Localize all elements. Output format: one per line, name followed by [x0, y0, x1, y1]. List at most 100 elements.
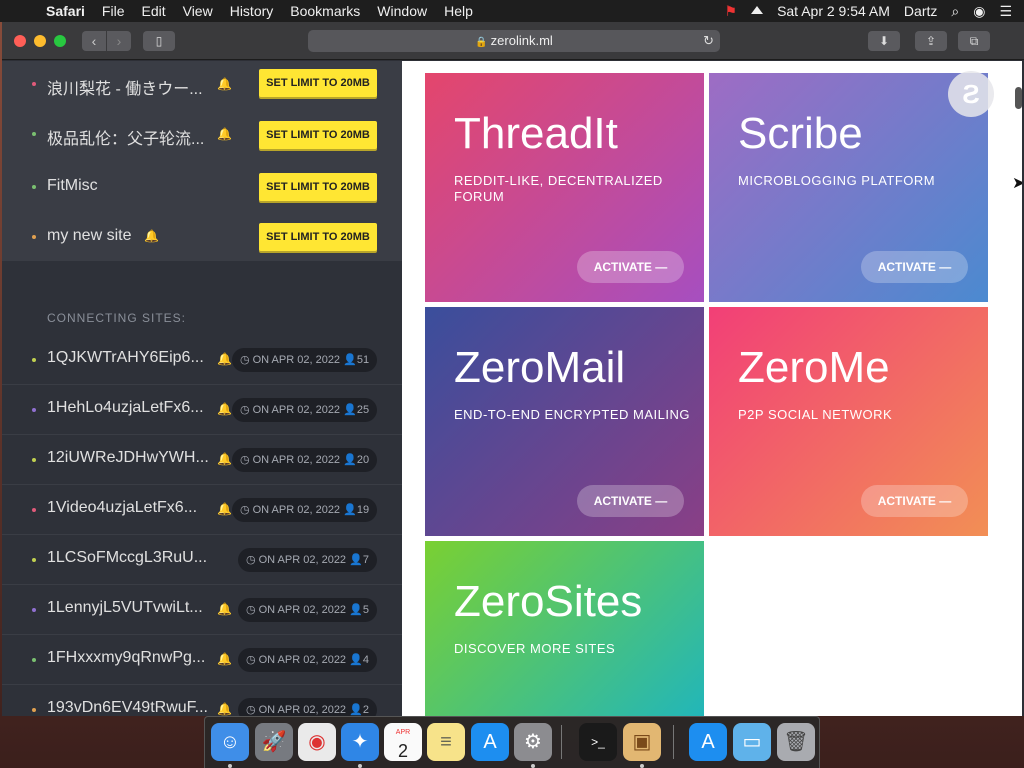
bell-icon[interactable]: 🔔	[217, 402, 232, 416]
app-card-zerome[interactable]: ZeroMe P2P SOCIAL NETWORK ACTIVATE —	[709, 307, 988, 536]
list-item[interactable]: 浪川梨花 - 働きウー... 🔔 SET LIMIT TO 20MB	[2, 61, 402, 111]
bell-icon[interactable]: 🔔	[217, 502, 232, 516]
site-address[interactable]: 1QJKWTrAHY6Eip6...	[47, 349, 204, 367]
bell-icon[interactable]: 🔔	[217, 77, 232, 91]
menu-file[interactable]: File	[102, 3, 125, 19]
site-address[interactable]: 1LennyjL5VUTvwiLt...	[47, 599, 203, 617]
app-card-threadit[interactable]: ThreadIt REDDIT-LIKE, DECENTRALIZED FORU…	[425, 73, 704, 302]
menubar-user[interactable]: Dartz	[904, 3, 937, 19]
bell-icon[interactable]: 🔔	[217, 702, 232, 716]
siri-icon[interactable]: ◉	[973, 3, 985, 20]
site-name[interactable]: 浪川梨花 - 働きウー...	[47, 75, 203, 99]
fullscreen-window-button[interactable]	[54, 35, 66, 47]
notification-center-icon[interactable]: ☰	[999, 3, 1012, 20]
bell-icon[interactable]: 🔔	[217, 602, 232, 616]
activate-button[interactable]: ACTIVATE —	[861, 485, 968, 517]
peers-icon: 👤	[343, 354, 357, 366]
reload-icon[interactable]: ↻	[703, 30, 714, 52]
table-row[interactable]: 12iUWReJDHwYWH... 🔔 ◷ ON APR 02, 2022 👤20	[2, 435, 402, 485]
finder-icon[interactable]: ☺	[211, 723, 249, 761]
app-card-zeromail[interactable]: ZeroMail END-TO-END ENCRYPTED MAILING AC…	[425, 307, 704, 536]
menubar-clock[interactable]: Sat Apr 2 9:54 AM	[777, 3, 890, 19]
site-date: ON APR 02, 2022	[252, 504, 341, 516]
site-address[interactable]: 1FHxxxmy9qRnwPg...	[47, 649, 205, 667]
site-name[interactable]: my new site	[47, 227, 131, 245]
peers-icon: 👤	[349, 604, 363, 616]
clock-icon: ◷	[246, 704, 256, 716]
set-limit-button[interactable]: SET LIMIT TO 20MB	[259, 173, 377, 201]
menu-help[interactable]: Help	[444, 3, 473, 19]
site-address[interactable]: 12iUWReJDHwYWH...	[47, 449, 209, 467]
clock-icon: ◷	[240, 354, 250, 366]
trash-icon[interactable]: 🗑	[777, 723, 815, 761]
site-address[interactable]: 193vDn6EV49tRwuF...	[47, 699, 208, 716]
folder-icon[interactable]: ▭	[733, 723, 771, 761]
set-limit-button[interactable]: SET LIMIT TO 20MB	[259, 223, 377, 251]
site-address[interactable]: 1LCSoFMccgL3RuU...	[47, 549, 207, 567]
safari-icon[interactable]: ✦	[341, 723, 379, 761]
site-color-dot	[32, 358, 36, 362]
back-button[interactable]: ‹	[82, 31, 106, 51]
notes-icon[interactable]: ≡	[427, 723, 465, 761]
bell-icon[interactable]: 🔔	[217, 452, 232, 466]
chrome-icon[interactable]: ◉	[298, 723, 336, 761]
table-row[interactable]: 1Video4uzjaLetFx6... 🔔 ◷ ON APR 02, 2022 …	[2, 485, 402, 535]
status-app-icon[interactable]: ⚑	[725, 3, 738, 20]
bell-icon[interactable]: 🔔	[217, 652, 232, 666]
forward-button[interactable]: ›	[107, 31, 131, 51]
installer-icon[interactable]: ▣	[623, 723, 661, 761]
terminal-icon[interactable]: >_	[579, 723, 617, 761]
table-row[interactable]: 1LennyjL5VUTvwiLt... 🔔 ◷ ON APR 02, 2022 …	[2, 585, 402, 635]
site-address[interactable]: 1Video4uzjaLetFx6...	[47, 499, 197, 517]
table-row[interactable]: 1LCSoFMccgL3RuU... ◷ ON APR 02, 2022 👤7	[2, 535, 402, 585]
table-row[interactable]: 193vDn6EV49tRwuF... 🔔 ◷ ON APR 02, 2022 👤…	[2, 685, 402, 716]
scrollbar[interactable]	[1015, 87, 1022, 109]
site-name[interactable]: FitMisc	[47, 177, 98, 195]
app-subtitle: DISCOVER MORE SITES	[454, 641, 616, 656]
table-row[interactable]: 1QJKWTrAHY6Eip6... 🔔 ◷ ON APR 02, 2022 👤5…	[2, 335, 402, 385]
site-name[interactable]: 极品乱伦：父子轮流...	[47, 125, 204, 149]
app-card-zerosites[interactable]: ZeroSites DISCOVER MORE SITES	[425, 541, 704, 716]
menu-bookmarks[interactable]: Bookmarks	[290, 3, 360, 19]
list-item[interactable]: FitMisc SET LIMIT TO 20MB	[2, 161, 402, 211]
table-row[interactable]: 1FHxxxmy9qRnwPg... 🔔 ◷ ON APR 02, 2022 👤4	[2, 635, 402, 685]
eject-icon[interactable]	[751, 6, 764, 14]
menu-view[interactable]: View	[183, 3, 213, 19]
share-icon[interactable]: ⇪	[915, 31, 947, 51]
app-title: ZeroMe	[738, 343, 890, 392]
menu-app-name[interactable]: Safari	[46, 3, 85, 19]
launchpad-icon[interactable]: 🚀	[255, 723, 293, 761]
list-item[interactable]: my new site 🔔 SET LIMIT TO 20MB	[2, 211, 402, 261]
activate-button[interactable]: ACTIVATE —	[577, 485, 684, 517]
table-row[interactable]: 1HehLo4uzjaLetFx6... 🔔 ◷ ON APR 02, 2022 …	[2, 385, 402, 435]
spotlight-search-icon[interactable]: ⌕	[951, 3, 959, 20]
system-preferences-icon[interactable]: ⚙	[514, 723, 552, 761]
menu-edit[interactable]: Edit	[141, 3, 165, 19]
menu-history[interactable]: History	[230, 3, 274, 19]
peer-count: 5	[362, 604, 369, 616]
app-card-scribe[interactable]: Scribe MICROBLOGGING PLATFORM ACTIVATE —	[709, 73, 988, 302]
bell-icon[interactable]: 🔔	[144, 229, 159, 243]
bell-icon[interactable]: 🔔	[217, 352, 232, 366]
app-store-downloads-icon[interactable]: A	[689, 723, 727, 761]
app-title: ZeroSites	[454, 577, 643, 626]
tabs-overview-icon[interactable]: ⧉	[958, 31, 990, 51]
site-status-pill: ◷ ON APR 02, 2022 👤5	[238, 598, 377, 622]
minimize-window-button[interactable]	[34, 35, 46, 47]
zeronet-logo-icon[interactable]: Ƨ	[948, 71, 994, 117]
app-title: ThreadIt	[454, 109, 618, 158]
address-bar[interactable]: 🔒 zerolink.ml ↻	[308, 30, 720, 52]
set-limit-button[interactable]: SET LIMIT TO 20MB	[259, 121, 377, 149]
bell-icon[interactable]: 🔔	[217, 127, 232, 141]
app-store-icon[interactable]: A	[471, 723, 509, 761]
downloads-icon[interactable]: ⬇	[868, 31, 900, 51]
sidebar-toggle-icon[interactable]: ▯	[143, 31, 175, 51]
close-window-button[interactable]	[14, 35, 26, 47]
site-address[interactable]: 1HehLo4uzjaLetFx6...	[47, 399, 204, 417]
activate-button[interactable]: ACTIVATE —	[861, 251, 968, 283]
list-item[interactable]: 极品乱伦：父子轮流... 🔔 SET LIMIT TO 20MB	[2, 111, 402, 161]
activate-button[interactable]: ACTIVATE —	[577, 251, 684, 283]
menu-window[interactable]: Window	[377, 3, 427, 19]
calendar-icon[interactable]: APR 2	[384, 723, 422, 761]
set-limit-button[interactable]: SET LIMIT TO 20MB	[259, 69, 377, 97]
